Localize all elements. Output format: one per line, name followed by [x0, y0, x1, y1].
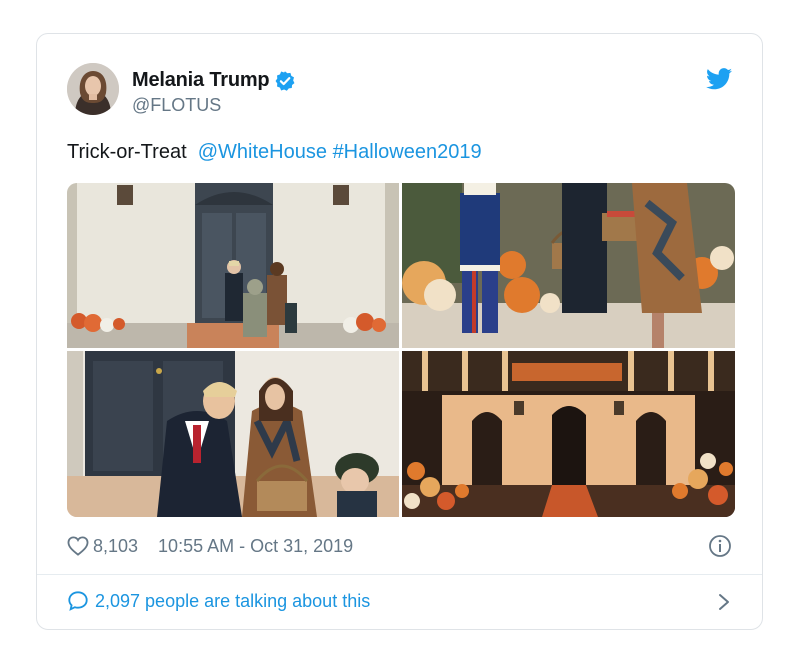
tweet-text: Trick-or-Treat @WhiteHouse #Halloween201…: [67, 141, 482, 164]
tweet-text-plain: Trick-or-Treat: [67, 141, 187, 163]
timestamp[interactable]: 10:55 AM - Oct 31, 2019: [158, 536, 353, 557]
photo-4[interactable]: [402, 351, 735, 517]
photo-1[interactable]: [67, 183, 399, 348]
mention-link[interactable]: @WhiteHouse: [198, 141, 327, 163]
twitter-bird-icon[interactable]: [706, 68, 732, 90]
media-grid: [67, 183, 735, 517]
hashtag-link[interactable]: #Halloween2019: [333, 141, 482, 163]
conversation-count[interactable]: 2,097 people are talking about this: [95, 591, 370, 612]
tweet-meta: 8,103 10:55 AM - Oct 31, 2019: [67, 534, 353, 558]
verified-badge-icon: [274, 70, 296, 92]
display-name[interactable]: Melania Trump: [132, 69, 270, 92]
tweet-card[interactable]: Melania Trump @FLOTUS Trick-or-Treat @Wh…: [36, 33, 763, 630]
like-count[interactable]: 8,103: [93, 536, 138, 557]
photo-2[interactable]: [402, 183, 735, 348]
chevron-right-icon[interactable]: [716, 592, 732, 612]
heart-icon[interactable]: [67, 536, 89, 556]
photo-3[interactable]: [67, 351, 399, 517]
info-icon[interactable]: [708, 534, 732, 558]
comment-bubble-icon: [68, 591, 88, 611]
user-handle[interactable]: @FLOTUS: [132, 95, 221, 116]
avatar[interactable]: [67, 63, 119, 115]
divider: [37, 574, 762, 575]
conversation-link[interactable]: 2,097 people are talking about this: [67, 590, 370, 612]
